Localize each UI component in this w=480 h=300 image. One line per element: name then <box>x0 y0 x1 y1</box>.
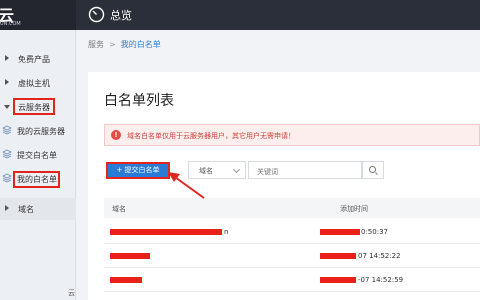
stack-icon <box>2 173 12 183</box>
sidebar-item-label: 我的云服务器 <box>17 127 65 136</box>
redacted-mark <box>320 277 356 283</box>
table-row[interactable]: n 0:50:37 <box>104 220 480 244</box>
sidebar-item-domain[interactable]: 域名 <box>0 198 76 220</box>
sidebar-item-label: 免费产品 <box>18 55 50 64</box>
stack-icon <box>2 125 12 135</box>
cell-time: 0:50:37 <box>361 228 388 236</box>
column-header-time: 添加时间 <box>340 205 368 213</box>
submit-whitelist-button[interactable]: + 提交白名单 <box>106 162 170 179</box>
breadcrumb-current[interactable]: 我的白名单 <box>121 40 161 49</box>
chevron-down-icon <box>232 165 241 174</box>
table-row[interactable]: 07 14:52:22 <box>104 244 480 268</box>
overview-title[interactable]: 总览 <box>110 7 132 23</box>
sidebar-item-label: 虚拟主机 <box>18 79 50 88</box>
chevron-right-icon <box>5 205 9 211</box>
top-bar: 云 UN.COM 总览 <box>0 0 480 30</box>
whitelist-panel: 白名单列表 ! 域名白名单仅用于云服务器用户，其它用户无需申请！ + 提交白名单… <box>88 72 480 300</box>
sidebar-item-label: 域名 <box>18 205 34 214</box>
notice-alert: ! 域名白名单仅用于云服务器用户，其它用户无需申请！ <box>104 124 480 146</box>
redacted-mark <box>110 229 222 235</box>
table-header: 域名 添加时间 <box>104 198 480 218</box>
cell-time: -07 14:52:59 <box>358 276 404 284</box>
filter-select[interactable]: 域名 <box>188 161 246 179</box>
cell-time: 07 14:52:22 <box>358 252 401 260</box>
redacted-mark <box>110 253 150 259</box>
cell-domain: n <box>224 228 229 236</box>
redacted-mark <box>320 229 360 235</box>
chevron-down-icon <box>4 105 10 109</box>
bottom-glyph: 云 <box>68 289 75 297</box>
alert-text: 域名白名单仅用于云服务器用户，其它用户无需申请！ <box>127 132 295 140</box>
chevron-right-icon <box>5 55 9 61</box>
highlight-box <box>13 171 60 188</box>
filter-select-value: 域名 <box>199 167 213 175</box>
breadcrumb: 服务 > 我的白名单 <box>88 39 161 50</box>
logo[interactable]: 云 UN.COM <box>0 0 76 30</box>
warning-icon: ! <box>111 130 121 140</box>
highlight-box <box>13 98 55 115</box>
page-title: 白名单列表 <box>104 93 174 109</box>
sidebar-subitem-my-cloud-server[interactable]: 我的云服务器 <box>0 120 76 142</box>
redacted-mark <box>320 253 356 259</box>
logo-subtext: UN.COM <box>0 21 21 27</box>
redacted-mark <box>110 277 142 283</box>
breadcrumb-separator: > <box>109 40 116 49</box>
stack-icon <box>2 149 12 159</box>
sidebar-item-free-products[interactable]: 免费产品 <box>0 48 76 70</box>
sidebar: 免费产品 虚拟主机 云服务器 我的云服务器 提交白名单 我的白名单 域名 <box>0 30 76 300</box>
keyword-input[interactable] <box>248 161 362 179</box>
sidebar-item-virtual-host[interactable]: 虚拟主机 <box>0 72 76 94</box>
search-icon-handle <box>375 172 378 175</box>
breadcrumb-root[interactable]: 服务 <box>88 40 104 49</box>
dashboard-gauge-icon[interactable] <box>88 6 105 23</box>
sidebar-item-label: 提交白名单 <box>17 151 57 160</box>
column-header-domain: 域名 <box>112 205 126 213</box>
search-button[interactable] <box>362 161 384 179</box>
table-row[interactable]: -07 14:52:59 <box>104 268 480 292</box>
chevron-right-icon <box>5 79 9 85</box>
sidebar-subitem-submit-whitelist[interactable]: 提交白名单 <box>0 144 76 166</box>
